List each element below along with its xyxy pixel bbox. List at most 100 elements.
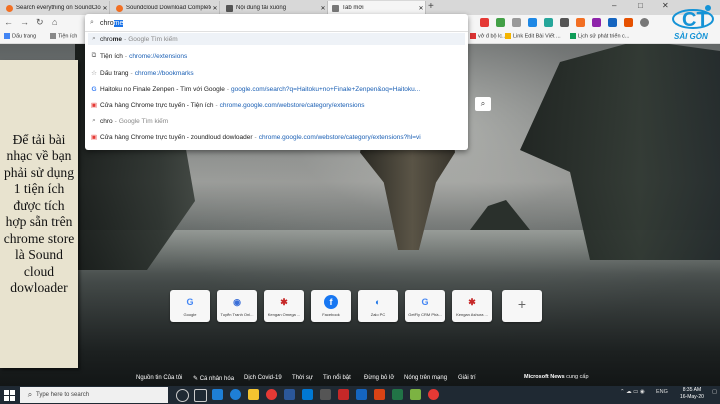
extension-icon[interactable]	[512, 18, 521, 27]
tray-icons[interactable]: ⌃ ☁ ▭ ◉	[620, 389, 645, 395]
windows-start-icon[interactable]	[4, 390, 15, 401]
forward-button[interactable]: →	[20, 17, 29, 27]
bookmark-icon	[570, 33, 576, 39]
nav-item[interactable]: Nguồn tin Của tôi	[136, 375, 182, 381]
suggestion-note: Google Tìm kiếm	[118, 117, 169, 125]
cortana-icon[interactable]	[176, 389, 189, 402]
close-icon[interactable]: ✕	[417, 5, 425, 12]
tab-downloads[interactable]: Nội dung tải xuống ✕	[222, 1, 328, 15]
tile-label: Tuyển Tranh Onl...	[220, 312, 254, 317]
tab-soundcloud-download[interactable]: Soundcloud Download Complete... ✕	[112, 1, 220, 15]
back-button[interactable]: ←	[4, 17, 13, 27]
tile-label: Kengan Omega ...	[267, 312, 301, 317]
nav-item[interactable]: Thời sự	[292, 375, 313, 381]
divider	[85, 31, 468, 32]
chrome-icon[interactable]	[428, 389, 439, 400]
suggestion-item[interactable]: ▣ Cửa hàng Chrome trực tuyến - zoundloud…	[88, 131, 465, 143]
maximize-button[interactable]: □	[638, 1, 643, 10]
clock[interactable]: 8:35 AM 16-May-20	[680, 387, 704, 400]
add-shortcut-button[interactable]: +	[502, 290, 542, 322]
extension-icon	[50, 33, 56, 39]
app-icon[interactable]	[410, 389, 421, 400]
tab-label: Nội dung tải xuống	[236, 5, 287, 11]
nav-item[interactable]: Tin nổi bật	[323, 375, 351, 381]
bookmark-item[interactable]: Tiện ích	[50, 33, 77, 39]
soundcloud-icon	[6, 4, 13, 12]
word-icon[interactable]	[284, 389, 295, 400]
tab-new-tab[interactable]: Tab mới ✕	[328, 1, 426, 15]
search-icon[interactable]: ⌕	[475, 97, 491, 111]
app-icon[interactable]	[320, 389, 331, 400]
bookmark-label: Dấu trang	[12, 33, 37, 40]
tab-soundcloud-search[interactable]: Search everything on SoundClo... ✕	[2, 1, 110, 15]
suggestion-item[interactable]: ⧉ Tiện ích - chrome://extensions	[88, 50, 465, 62]
suggestion-item[interactable]: ☆ Dấu trang - chrome://bookmarks	[88, 67, 465, 79]
kengan-icon: ✱	[280, 297, 288, 307]
close-icon[interactable]: ✕	[211, 5, 219, 12]
bookmark-item[interactable]: Lịch sử phát triển c...	[570, 33, 629, 39]
extension-icon[interactable]	[528, 18, 537, 27]
search-icon: ⌕	[27, 390, 33, 399]
clock-time: 8:35 AM	[682, 387, 702, 393]
close-icon[interactable]: ✕	[101, 5, 109, 12]
nav-item[interactable]: Nóng trên mạng	[404, 375, 447, 381]
extension-icon[interactable]	[624, 18, 633, 27]
zalo-icon[interactable]	[356, 389, 367, 400]
nav-item[interactable]: Giải trí	[458, 375, 476, 381]
nav-item[interactable]: Dịch Covid-19	[244, 375, 282, 381]
file-explorer-icon[interactable]	[248, 389, 259, 400]
new-tab-button[interactable]: +	[428, 1, 434, 12]
reload-button[interactable]: ↻	[36, 17, 44, 28]
shortcut-tile-google[interactable]: G Google	[170, 290, 210, 322]
mail-icon[interactable]	[302, 389, 313, 400]
suggestion-separator: -	[124, 52, 128, 60]
search-icon: ⌕	[90, 19, 94, 26]
suggestion-separator: -	[130, 69, 133, 77]
extension-icon[interactable]	[576, 18, 585, 27]
bookmark-item[interactable]: Link Edit Bài Viết ...	[505, 33, 561, 39]
suggestion-item[interactable]: ⌕ chro - Google Tìm kiếm	[88, 115, 465, 127]
bookmark-item[interactable]: Dấu trang	[4, 33, 36, 39]
omnibox-autocomplete-text: me	[113, 19, 124, 27]
shortcut-tile-zalo[interactable]: ◐ Zalo PC	[358, 290, 398, 322]
chrome-icon[interactable]	[266, 389, 277, 400]
profile-avatar[interactable]	[640, 18, 649, 27]
facebook-icon: f	[324, 295, 338, 309]
shortcut-tile-getfly[interactable]: G GetFly CRM Phầ...	[405, 290, 445, 322]
extension-icon[interactable]	[608, 18, 617, 27]
close-window-button[interactable]: ✕	[662, 1, 669, 10]
shortcut-tile-facebook[interactable]: f Facebook	[311, 290, 351, 322]
download-icon	[226, 4, 233, 12]
apps-icon	[4, 33, 10, 39]
extension-icon[interactable]	[592, 18, 601, 27]
bookmark-label: Tiện ích	[58, 33, 78, 40]
extension-icon[interactable]	[560, 18, 569, 27]
nav-item[interactable]: ✎ Cá nhân hóa	[193, 375, 234, 382]
shortcut-tile-kengan-omega[interactable]: ✱ Kengan Omega ...	[264, 290, 304, 322]
notification-icon[interactable]: ▢	[712, 389, 717, 395]
address-bar[interactable]: ⌕ chro me	[88, 16, 465, 30]
suggestion-item[interactable]: ▣ Cửa hàng Chrome trực tuyến - Tiện ích …	[88, 99, 465, 111]
task-view-icon[interactable]	[194, 389, 207, 402]
extension-icon[interactable]	[480, 18, 489, 27]
minimize-button[interactable]: –	[612, 1, 616, 10]
excel-icon[interactable]	[392, 389, 403, 400]
language-indicator[interactable]: ENG	[656, 389, 668, 395]
close-icon[interactable]: ✕	[319, 5, 327, 12]
ie-icon[interactable]	[230, 389, 241, 400]
suggestion-item[interactable]: ⌕ chro me - Google Tìm kiếm	[88, 33, 465, 45]
photoshop-icon[interactable]	[374, 389, 385, 400]
nav-item[interactable]: Đừng bỏ lỡ	[364, 375, 394, 381]
shortcut-tile-kengan-ashura[interactable]: ✱ Kengan Ashura ...	[452, 290, 492, 322]
suggestion-url: chrome://extensions	[129, 52, 188, 60]
suggestion-item[interactable]: G Haitoku no Finale Zenpen - Tìm với Goo…	[88, 83, 465, 95]
taskbar-search-input[interactable]: ⌕ Type here to search	[20, 387, 168, 403]
suggestion-title: Haitoku no Finale Zenpen - Tìm với Googl…	[100, 85, 225, 93]
shortcut-tile-manga[interactable]: ◉ Tuyển Tranh Onl...	[217, 290, 257, 322]
bookmark-item[interactable]: vở đ bộ lc...	[470, 33, 507, 39]
edge-icon[interactable]	[212, 389, 223, 400]
home-icon[interactable]: ⌂	[52, 17, 57, 27]
pdf-icon[interactable]	[338, 389, 349, 400]
extension-icon[interactable]	[496, 18, 505, 27]
extension-icon[interactable]	[544, 18, 553, 27]
